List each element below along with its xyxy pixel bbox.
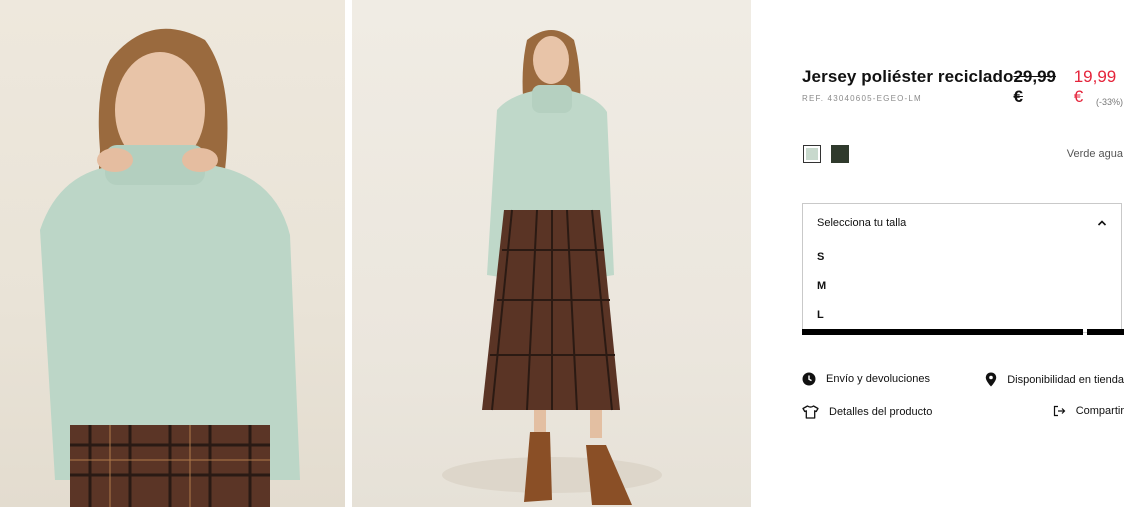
chevron-up-icon[interactable] (1095, 216, 1109, 230)
size-selector[interactable]: Selecciona tu talla S M L (802, 203, 1122, 333)
store-availability-link[interactable]: Disponibilidad en tienda (985, 372, 1124, 387)
add-to-bag-bar[interactable] (802, 329, 1083, 335)
selected-color-name: Verde agua (1066, 148, 1123, 160)
share-icon (1053, 405, 1066, 417)
location-pin-icon (985, 372, 997, 387)
favorite-bar[interactable] (1087, 329, 1124, 335)
size-option-l[interactable]: L (817, 309, 824, 321)
product-title: Jersey poliéster reciclado (802, 67, 1014, 86)
color-swatch-dark-green[interactable] (831, 145, 849, 163)
color-swatches (803, 145, 849, 163)
share-label: Compartir (1075, 405, 1124, 417)
product-details-link[interactable]: Detalles del producto (802, 405, 932, 419)
shipping-returns-label: Envío y devoluciones (826, 373, 930, 385)
clock-icon (802, 372, 816, 386)
product-reference: REF. 43040605-EGEO-LM (802, 94, 922, 103)
gallery-gap (345, 0, 352, 507)
tshirt-icon (802, 405, 819, 419)
store-availability-label: Disponibilidad en tienda (1007, 373, 1124, 386)
color-swatch-verde-agua[interactable] (803, 145, 821, 163)
shipping-returns-link[interactable]: Envío y devoluciones (802, 372, 930, 386)
size-option-s[interactable]: S (817, 251, 824, 263)
product-info-panel: Jersey poliéster reciclado 29,99 € 19,99… (751, 0, 1140, 507)
discount-badge: (-33%) (1095, 97, 1123, 107)
model-full-image (442, 30, 662, 505)
old-price: 29,99 € (1013, 67, 1056, 106)
share-link[interactable]: Compartir (1053, 405, 1124, 417)
product-photo-closeup[interactable] (0, 0, 345, 507)
size-option-m[interactable]: M (817, 280, 826, 292)
product-photo-full[interactable] (352, 0, 751, 507)
model-closeup-image (40, 28, 300, 507)
size-selector-label: Selecciona tu talla (817, 217, 907, 229)
product-details-label: Detalles del producto (829, 406, 933, 418)
